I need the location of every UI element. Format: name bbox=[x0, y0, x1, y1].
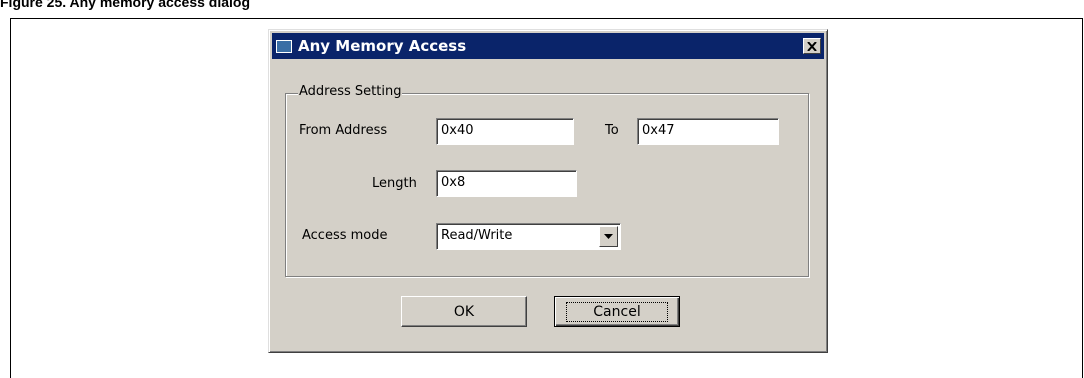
dialog-titlebar[interactable]: Any Memory Access bbox=[272, 33, 824, 59]
from-address-label: From Address bbox=[299, 123, 388, 138]
dropdown-arrow-icon bbox=[604, 234, 613, 239]
address-setting-legend: Address Setting bbox=[298, 84, 403, 99]
any-memory-access-dialog: Any Memory Access Address Setting From A… bbox=[268, 29, 828, 353]
access-mode-label: Access mode bbox=[302, 228, 388, 243]
length-input[interactable]: 0x8 bbox=[436, 170, 577, 197]
cancel-button[interactable]: Cancel bbox=[554, 296, 680, 327]
cancel-button-label: Cancel bbox=[566, 301, 668, 322]
access-mode-dropdown-button[interactable] bbox=[599, 226, 618, 247]
figure-caption: Figure 25. Any memory access dialog bbox=[0, 0, 251, 10]
access-mode-select[interactable]: Read/Write bbox=[436, 223, 621, 250]
window-icon bbox=[276, 39, 292, 53]
to-address-label: To bbox=[605, 123, 619, 138]
close-button[interactable] bbox=[803, 38, 821, 54]
ok-button-label: OK bbox=[453, 303, 475, 320]
to-address-input[interactable]: 0x47 bbox=[637, 118, 779, 145]
length-label: Length bbox=[372, 176, 417, 191]
ok-button[interactable]: OK bbox=[401, 296, 527, 327]
dialog-title: Any Memory Access bbox=[298, 37, 467, 55]
access-mode-value: Read/Write bbox=[441, 228, 513, 243]
close-x-icon bbox=[807, 41, 817, 51]
from-address-input[interactable]: 0x40 bbox=[436, 118, 574, 145]
